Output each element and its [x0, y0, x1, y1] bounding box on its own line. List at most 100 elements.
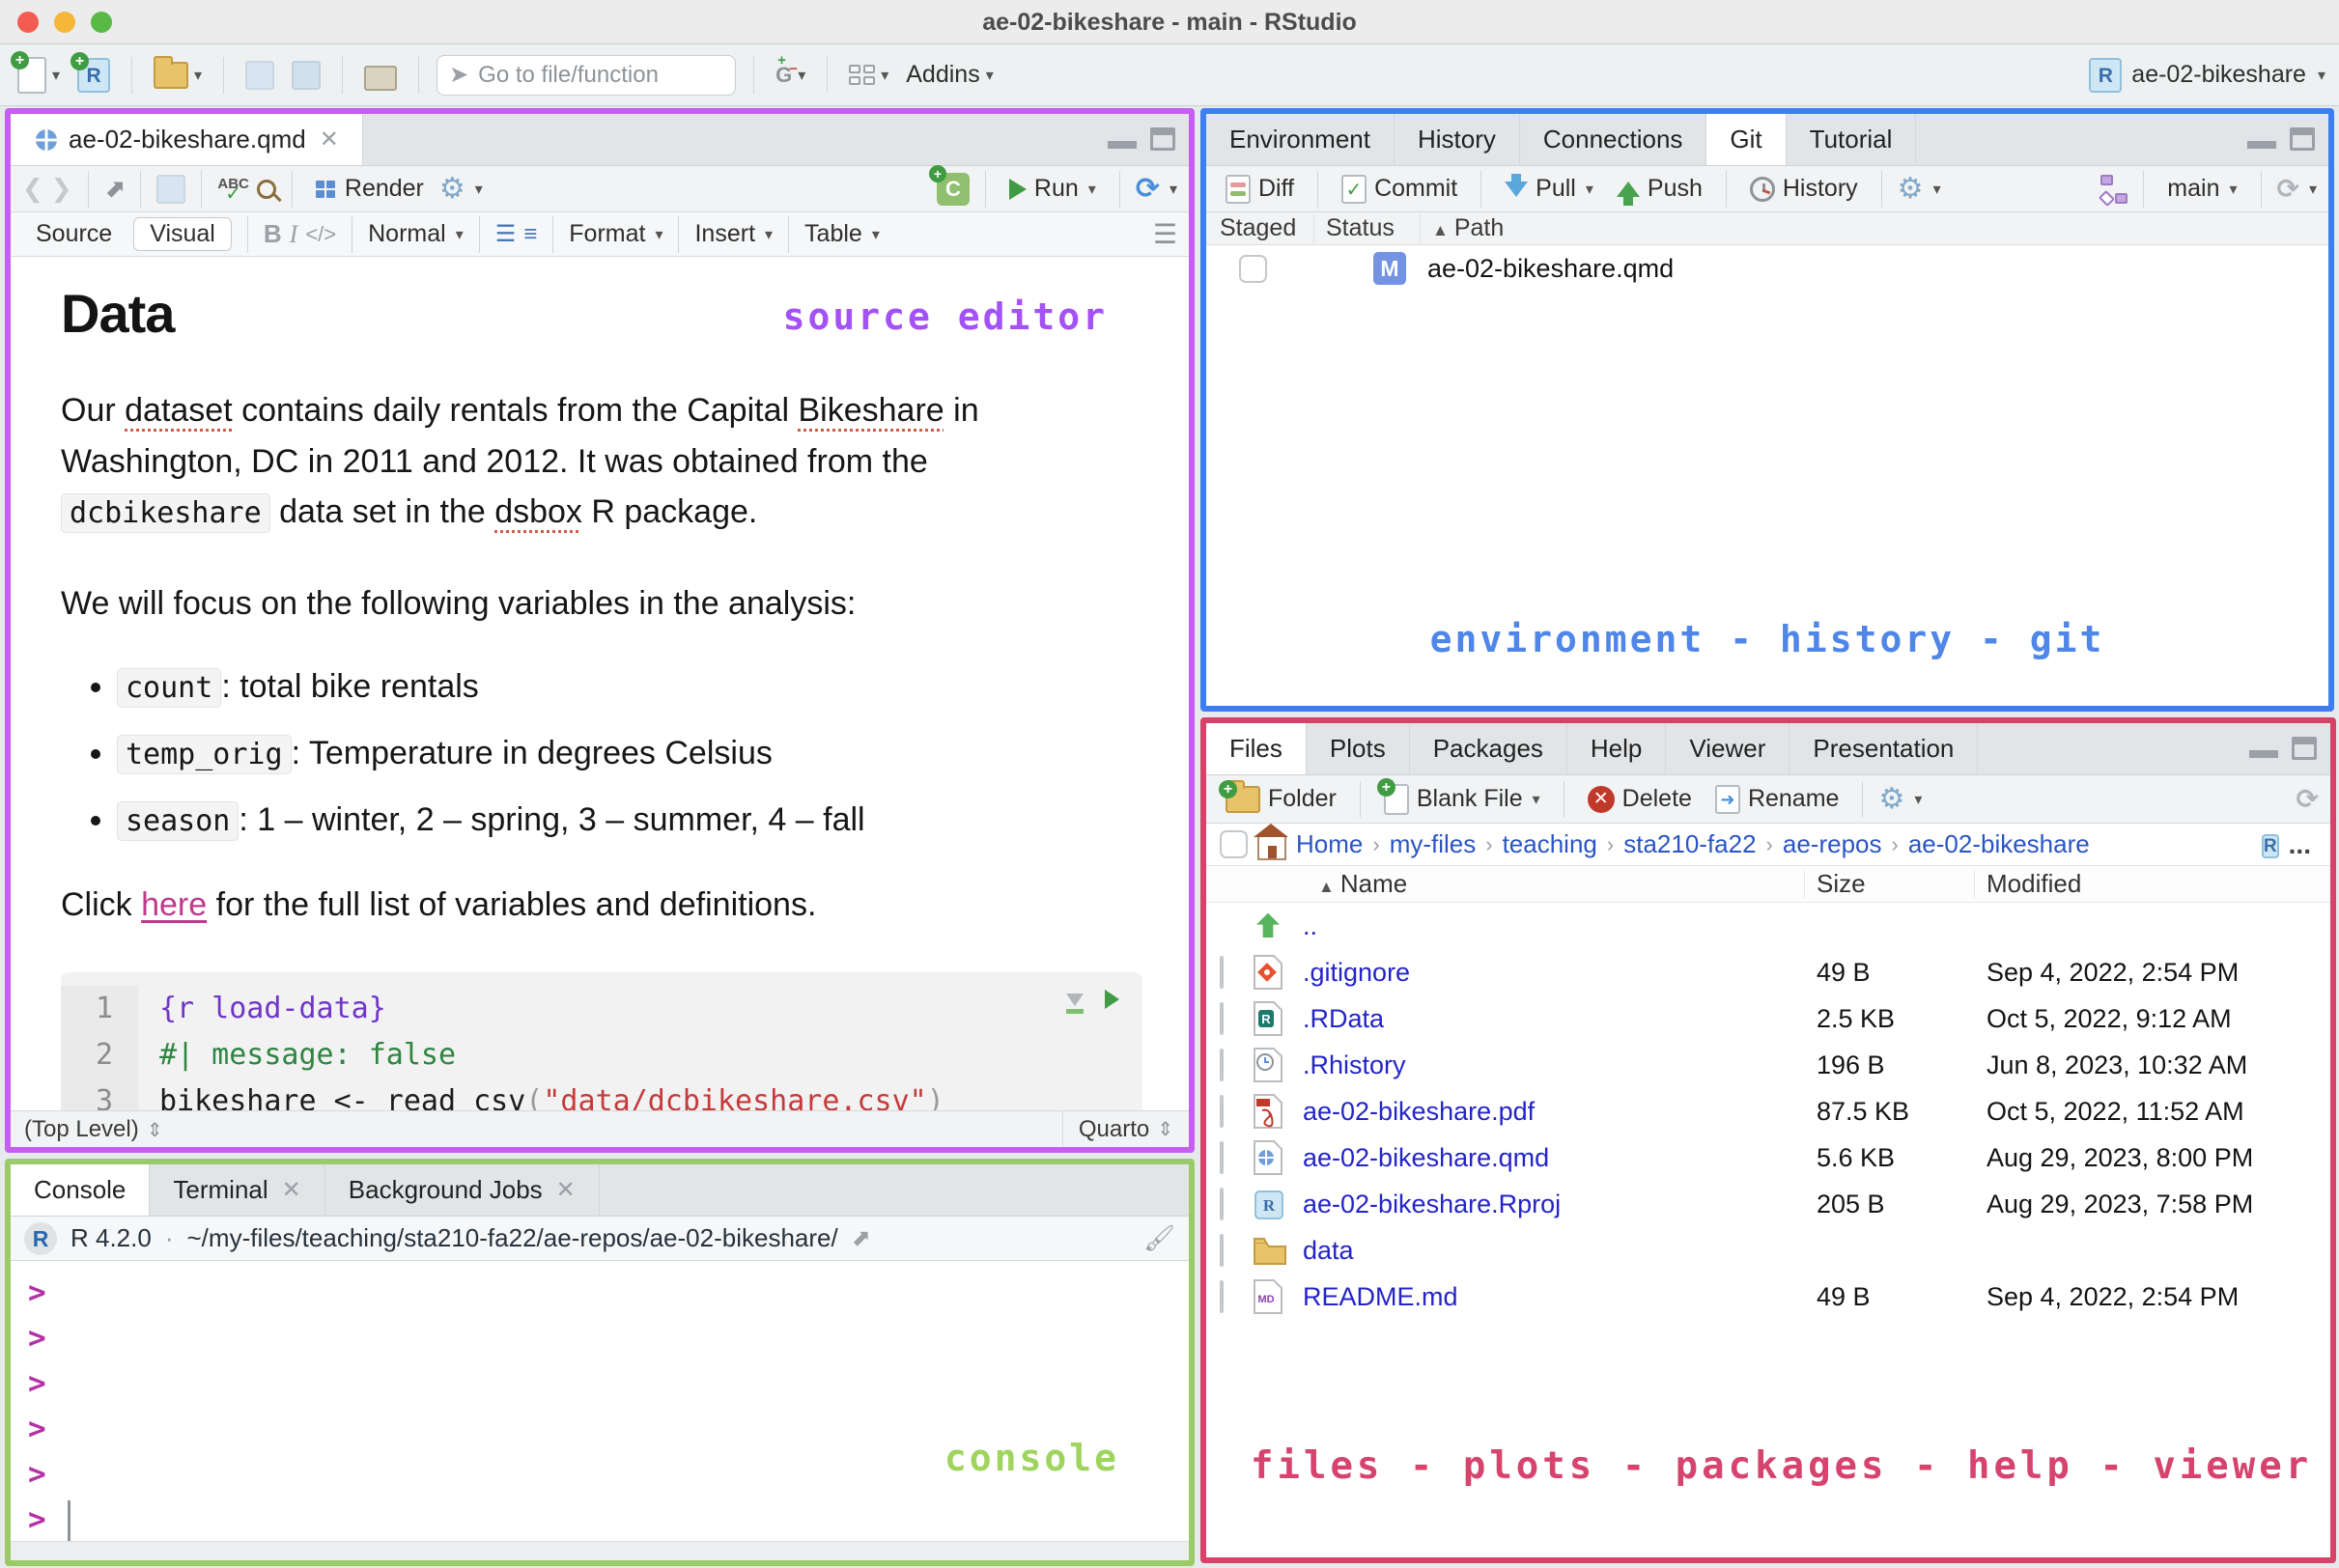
- project-selector[interactable]: R ae-02-bikeshare ▾: [2089, 57, 2325, 93]
- code-chunk[interactable]: 1 {r load-data} 2 #| message: false 3 bikesha…: [61, 972, 1142, 1110]
- version-control-button[interactable]: G + − ▾: [772, 52, 809, 92]
- file-name-link[interactable]: .Rhistory: [1303, 1050, 1805, 1080]
- new-blank-file-button[interactable]: + Blank File ▾: [1376, 777, 1548, 819]
- tab-console-console[interactable]: Console: [11, 1164, 151, 1216]
- file-name-link[interactable]: .RData: [1303, 1004, 1805, 1034]
- tab-env-history[interactable]: History: [1395, 114, 1520, 165]
- minimize-pane-icon[interactable]: [2249, 737, 2278, 758]
- save-button[interactable]: [241, 57, 278, 94]
- tab-files-files[interactable]: Files: [1206, 723, 1307, 774]
- doc-link[interactable]: here: [141, 886, 207, 923]
- tab-files-help[interactable]: Help: [1567, 723, 1667, 774]
- goto-file-input[interactable]: [478, 61, 701, 89]
- mode-visual-button[interactable]: Visual: [133, 217, 232, 251]
- file-row[interactable]: .gitignore 49 B Sep 4, 2022, 2:54 PM: [1206, 949, 2330, 995]
- minimize-pane-icon[interactable]: [1108, 127, 1137, 149]
- file-row[interactable]: Rae-02-bikeshare.Rproj 205 B Aug 29, 2023,…: [1206, 1181, 2330, 1227]
- close-tab-icon[interactable]: ✕: [282, 1176, 301, 1204]
- breadcrumb-item[interactable]: my-files: [1390, 829, 1477, 859]
- open-directory-icon[interactable]: ⬈: [852, 1224, 871, 1252]
- doc-type-selector[interactable]: Quarto ⇕: [1061, 1111, 1189, 1147]
- insert-menu[interactable]: Insert: [694, 220, 755, 248]
- file-name-link[interactable]: ae-02-bikeshare.Rproj: [1303, 1190, 1805, 1219]
- branch-selector[interactable]: main ▾: [2159, 171, 2244, 207]
- tab-files-plots[interactable]: Plots: [1307, 723, 1410, 774]
- git-file-row[interactable]: M ae-02-bikeshare.qmd: [1206, 245, 2328, 292]
- minimize-pane-icon[interactable]: [2247, 127, 2276, 149]
- gear-icon[interactable]: ⚙: [1878, 784, 1904, 814]
- mode-source-button[interactable]: Source: [22, 218, 126, 250]
- file-checkbox[interactable]: [1220, 1187, 1224, 1220]
- scope-selector[interactable]: (Top Level) ⇕: [11, 1116, 163, 1143]
- popout-icon[interactable]: ⬈: [104, 174, 126, 204]
- column-size[interactable]: Size: [1805, 869, 1975, 899]
- editor-document[interactable]: source editor Data Our dataset contains …: [11, 257, 1189, 1110]
- staged-checkbox[interactable]: [1239, 254, 1267, 283]
- rename-button[interactable]: ➜ Rename: [1707, 781, 1847, 818]
- new-chunk-icon[interactable]: C +: [928, 164, 970, 206]
- new-folder-button[interactable]: + Folder: [1218, 779, 1344, 817]
- file-checkbox[interactable]: [1220, 1279, 1224, 1313]
- breadcrumb-item[interactable]: sta210-fa22: [1623, 829, 1756, 859]
- italic-icon[interactable]: I: [290, 220, 298, 249]
- run-button[interactable]: Run ▾: [1001, 171, 1104, 207]
- file-name-link[interactable]: ae-02-bikeshare.pdf: [1303, 1097, 1805, 1127]
- back-icon[interactable]: ❮: [22, 174, 43, 204]
- select-all-checkbox[interactable]: [1220, 830, 1248, 858]
- goto-file-search[interactable]: ➤: [437, 54, 737, 96]
- console-scrollbar[interactable]: [11, 1541, 1189, 1560]
- column-path[interactable]: ▲ Path: [1421, 214, 1504, 242]
- tab-env-environment[interactable]: Environment: [1206, 114, 1395, 165]
- bullet-list-icon[interactable]: ☰: [495, 220, 517, 248]
- search-icon[interactable]: [256, 179, 276, 199]
- breadcrumb-item[interactable]: teaching: [1503, 829, 1597, 859]
- chevron-down-icon[interactable]: ▾: [2309, 180, 2317, 199]
- save-icon[interactable]: [156, 174, 186, 204]
- tab-editor-qmd[interactable]: ae-02-bikeshare.qmd ✕: [11, 114, 363, 165]
- maximize-pane-icon[interactable]: [1150, 127, 1175, 151]
- save-all-button[interactable]: [288, 57, 324, 94]
- bold-icon[interactable]: B: [264, 219, 282, 249]
- chevron-down-icon[interactable]: ▾: [1933, 180, 1941, 199]
- tab-files-packages[interactable]: Packages: [1410, 723, 1567, 774]
- file-name-link[interactable]: .gitignore: [1303, 958, 1805, 988]
- file-checkbox[interactable]: [1220, 1094, 1224, 1128]
- file-row[interactable]: ae-02-bikeshare.qmd 5.6 KB Aug 29, 2023, 8…: [1206, 1134, 2330, 1181]
- code-icon[interactable]: </>: [305, 222, 336, 247]
- file-name-link[interactable]: README.md: [1303, 1282, 1805, 1312]
- chevron-down-icon[interactable]: ▾: [1170, 180, 1177, 199]
- numbered-list-icon[interactable]: ≡: [523, 221, 537, 248]
- breadcrumb-item[interactable]: ae-repos: [1783, 829, 1882, 859]
- chevron-down-icon[interactable]: ▾: [1914, 790, 1922, 809]
- gear-icon[interactable]: ⚙: [1898, 174, 1924, 204]
- addins-menu[interactable]: Addins ▾: [902, 57, 997, 93]
- clear-console-icon[interactable]: 🖌: [1143, 1223, 1175, 1253]
- file-row[interactable]: data: [1206, 1227, 2330, 1274]
- breadcrumb-item[interactable]: ae-02-bikeshare: [1908, 829, 2090, 859]
- run-chunks-above-icon[interactable]: [1066, 993, 1084, 1014]
- render-button[interactable]: Render: [308, 171, 432, 207]
- source-tools-icon[interactable]: ⟳: [1136, 172, 1160, 206]
- pull-button[interactable]: Pull ▾: [1497, 171, 1601, 207]
- file-row[interactable]: R .RData 2.5 KB Oct 5, 2022, 9:12 AM: [1206, 995, 2330, 1042]
- spellcheck-icon[interactable]: ABC ✓: [217, 177, 249, 204]
- maximize-pane-icon[interactable]: [2292, 737, 2317, 760]
- file-row[interactable]: .Rhistory 196 B Jun 8, 2023, 10:32 AM: [1206, 1042, 2330, 1088]
- open-file-button[interactable]: ▾: [150, 55, 206, 93]
- tab-files-presentation[interactable]: Presentation: [1789, 723, 1979, 774]
- file-name-link[interactable]: ..: [1303, 911, 1805, 941]
- file-row[interactable]: MD README.md 49 B Sep 4, 2022, 2:54 PM: [1206, 1274, 2330, 1320]
- format-menu[interactable]: Format: [569, 220, 645, 248]
- column-name[interactable]: ▲ Name: [1206, 869, 1805, 899]
- diff-button[interactable]: Diff: [1218, 171, 1302, 208]
- close-tab-icon[interactable]: ✕: [320, 126, 339, 154]
- breadcrumb-item[interactable]: Home: [1296, 829, 1363, 859]
- refresh-icon[interactable]: ⟳: [2297, 783, 2319, 815]
- console-output[interactable]: > > > > > > console: [11, 1261, 1189, 1560]
- column-staged[interactable]: Staged: [1206, 214, 1314, 242]
- table-menu[interactable]: Table: [804, 220, 862, 248]
- delete-button[interactable]: ✕ Delete: [1580, 781, 1700, 817]
- new-project-button[interactable]: R +: [70, 51, 114, 97]
- column-status[interactable]: Status: [1314, 214, 1421, 242]
- file-checkbox[interactable]: [1220, 1048, 1224, 1081]
